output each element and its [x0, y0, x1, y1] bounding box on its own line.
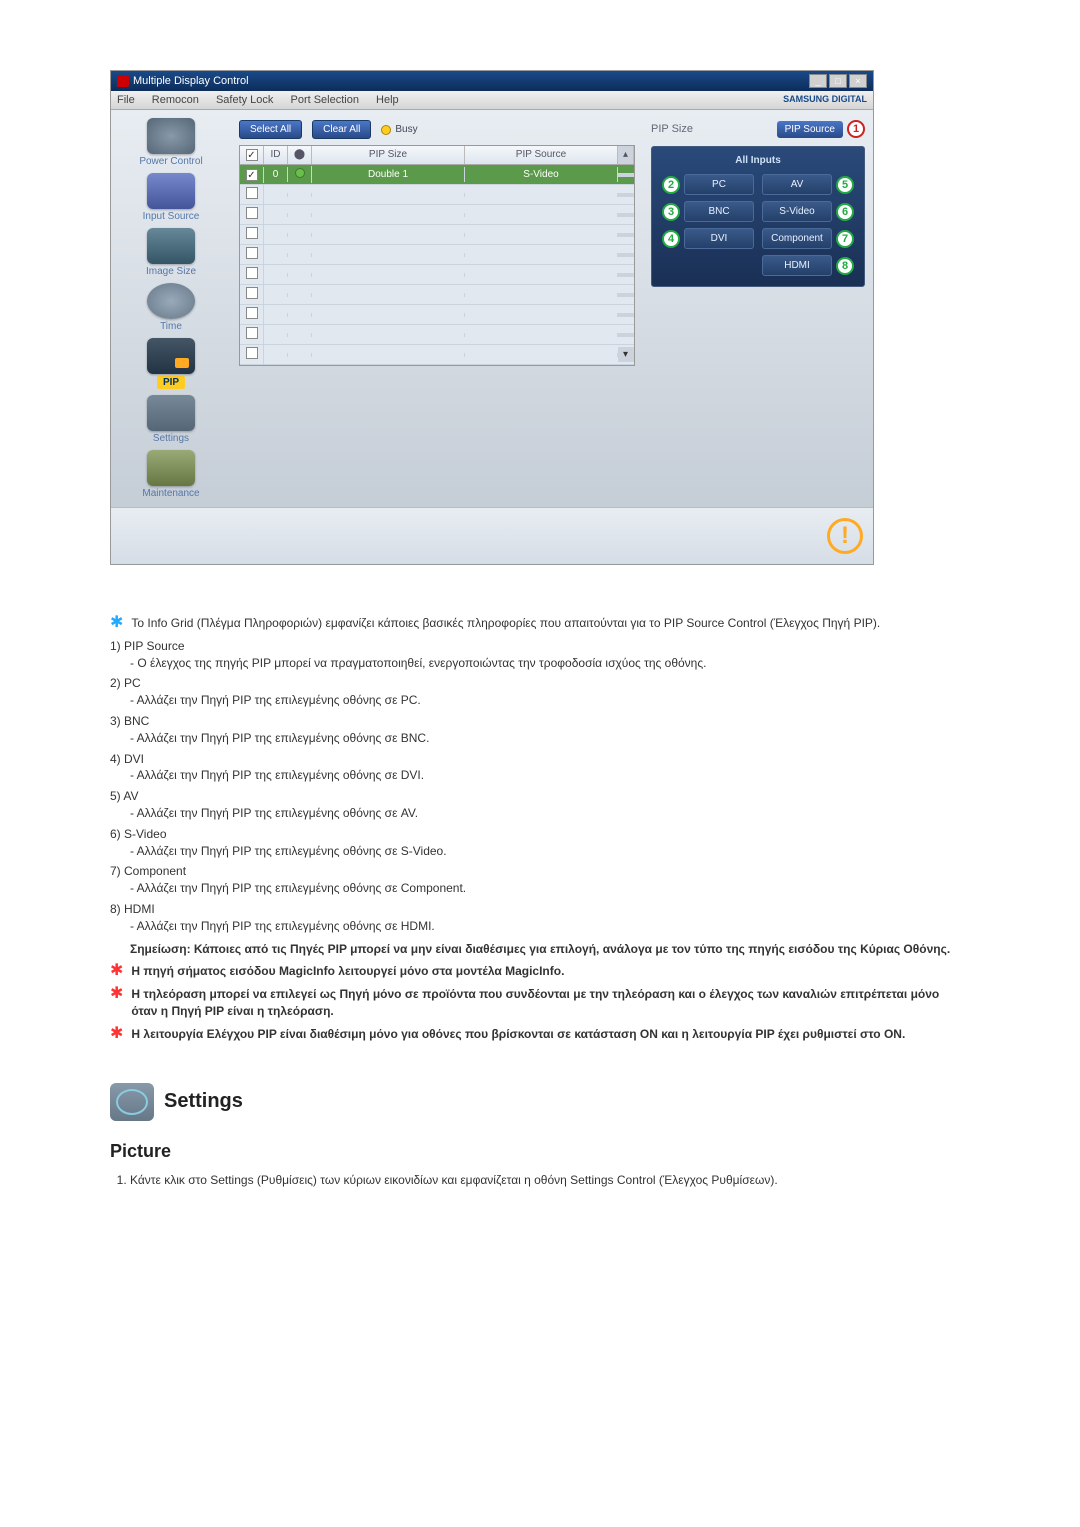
col-status-icon: ⬤ [288, 146, 312, 164]
all-inputs-title: All Inputs [662, 155, 854, 166]
grid-row-empty [240, 325, 634, 345]
star-icon: ✱ [110, 615, 123, 631]
sidebar-item-settings[interactable]: Settings [117, 395, 225, 444]
callout-1: 1 [847, 120, 865, 138]
busy-indicator: Busy [381, 124, 417, 135]
maximize-button[interactable]: □ [829, 74, 847, 88]
picture-step-1: Κάντε κλικ στο Settings (Ρυθμίσεις) των … [130, 1172, 960, 1189]
sidebar-item-time[interactable]: Time [117, 283, 225, 332]
settings-heading: Settings [164, 1090, 243, 1113]
pip-icon [147, 338, 195, 374]
all-inputs-panel: All Inputs 2PC AV5 3BNC S-Video6 4DVI Co… [651, 146, 865, 287]
col-pip-source: PIP Source [465, 146, 618, 164]
svideo-button[interactable]: S-Video [762, 201, 832, 222]
sidebar-item-input[interactable]: Input Source [117, 173, 225, 222]
minimize-button[interactable]: _ [809, 74, 827, 88]
header-checkbox[interactable] [246, 149, 258, 161]
av-button[interactable]: AV [762, 174, 832, 195]
dvi-button[interactable]: DVI [684, 228, 754, 249]
grid-row-empty [240, 205, 634, 225]
hdmi-button[interactable]: HDMI [762, 255, 832, 276]
note-text: Σημείωση: Κάποιες από τις Πηγές PIP μπορ… [130, 941, 960, 958]
bnc-button[interactable]: BNC [684, 201, 754, 222]
grid-row-empty [240, 265, 634, 285]
grid-row-empty [240, 305, 634, 325]
close-button[interactable]: × [849, 74, 867, 88]
star-note-1: Η πηγή σήματος εισόδου MagicInfo λειτουρ… [131, 963, 564, 980]
cell-id: 0 [264, 167, 288, 182]
menu-help[interactable]: Help [376, 94, 399, 106]
status-dot-icon [295, 168, 305, 178]
right-pip-size-label: PIP Size [651, 123, 693, 135]
time-icon [147, 283, 195, 319]
cell-source: S-Video [465, 167, 618, 182]
menu-safety[interactable]: Safety Lock [216, 94, 273, 106]
sidebar-item-maintenance[interactable]: Maintenance [117, 450, 225, 499]
scroll-up-icon[interactable]: ▴ [618, 146, 634, 164]
titlebar: Multiple Display Control _ □ × [111, 71, 873, 91]
cell-size: Double 1 [312, 167, 465, 182]
pc-button[interactable]: PC [684, 174, 754, 195]
callout-7: 7 [836, 230, 854, 248]
clear-all-button[interactable]: Clear All [312, 120, 371, 139]
picture-steps: Κάντε κλικ στο Settings (Ρυθμίσεις) των … [130, 1172, 960, 1189]
star-icon: ✱ [110, 963, 123, 979]
col-pip-size: PIP Size [312, 146, 465, 164]
star-note-3: Η λειτουργία Ελέγχου PIP είναι διαθέσιμη… [131, 1026, 905, 1043]
app-icon [117, 75, 129, 87]
grid-row-empty [240, 185, 634, 205]
star-icon: ✱ [110, 1026, 123, 1042]
scroll-down-icon[interactable]: ▾ [618, 347, 634, 362]
callout-3: 3 [662, 203, 680, 221]
numbered-list: 1) PIP Source- Ο έλεγχος της πηγής PIP μ… [110, 638, 960, 935]
component-button[interactable]: Component [762, 228, 832, 249]
select-all-button[interactable]: Select All [239, 120, 302, 139]
grid-row-empty: ▾ [240, 345, 634, 365]
intro-text: Το Info Grid (Πλέγμα Πληροφοριών) εμφανί… [131, 615, 880, 632]
menu-file[interactable]: File [117, 94, 135, 106]
pip-source-button[interactable]: PIP Source [777, 121, 843, 138]
grid-row-empty [240, 285, 634, 305]
image-size-icon [147, 228, 195, 264]
sidebar-item-image-size[interactable]: Image Size [117, 228, 225, 277]
star-note-2: Η τηλεόραση μπορεί να επιλεγεί ως Πηγή μ… [131, 986, 960, 1020]
maintenance-icon [147, 450, 195, 486]
settings-icon [147, 395, 195, 431]
status-bar: ! [111, 507, 873, 564]
sidebar-item-pip[interactable]: PIP [117, 338, 225, 389]
warning-icon: ! [827, 518, 863, 554]
callout-5: 5 [836, 176, 854, 194]
busy-dot-icon [381, 125, 391, 135]
settings-section-icon [110, 1083, 154, 1121]
sidebar: Power Control Input Source Image Size Ti… [111, 110, 231, 507]
star-icon: ✱ [110, 986, 123, 1002]
row-checkbox[interactable] [246, 169, 258, 181]
grid-header: ID ⬤ PIP Size PIP Source ▴ [240, 146, 634, 165]
grid-row-0[interactable]: 0 Double 1 S-Video [240, 165, 634, 185]
grid-row-empty [240, 225, 634, 245]
window-title: Multiple Display Control [133, 75, 249, 87]
menu-remocon[interactable]: Remocon [152, 94, 199, 106]
picture-heading: Picture [110, 1141, 960, 1162]
col-id: ID [264, 146, 288, 164]
brand-label: SAMSUNG DIGITAL [783, 94, 867, 106]
callout-2: 2 [662, 176, 680, 194]
info-grid: ID ⬤ PIP Size PIP Source ▴ 0 Double 1 S-… [239, 145, 635, 366]
power-icon [147, 118, 195, 154]
menu-port[interactable]: Port Selection [290, 94, 358, 106]
input-source-icon [147, 173, 195, 209]
callout-8: 8 [836, 257, 854, 275]
grid-row-empty [240, 245, 634, 265]
callout-6: 6 [836, 203, 854, 221]
menubar: File Remocon Safety Lock Port Selection … [111, 91, 873, 110]
sidebar-item-power[interactable]: Power Control [117, 118, 225, 167]
callout-4: 4 [662, 230, 680, 248]
app-screenshot: Multiple Display Control _ □ × File Remo… [110, 70, 874, 565]
